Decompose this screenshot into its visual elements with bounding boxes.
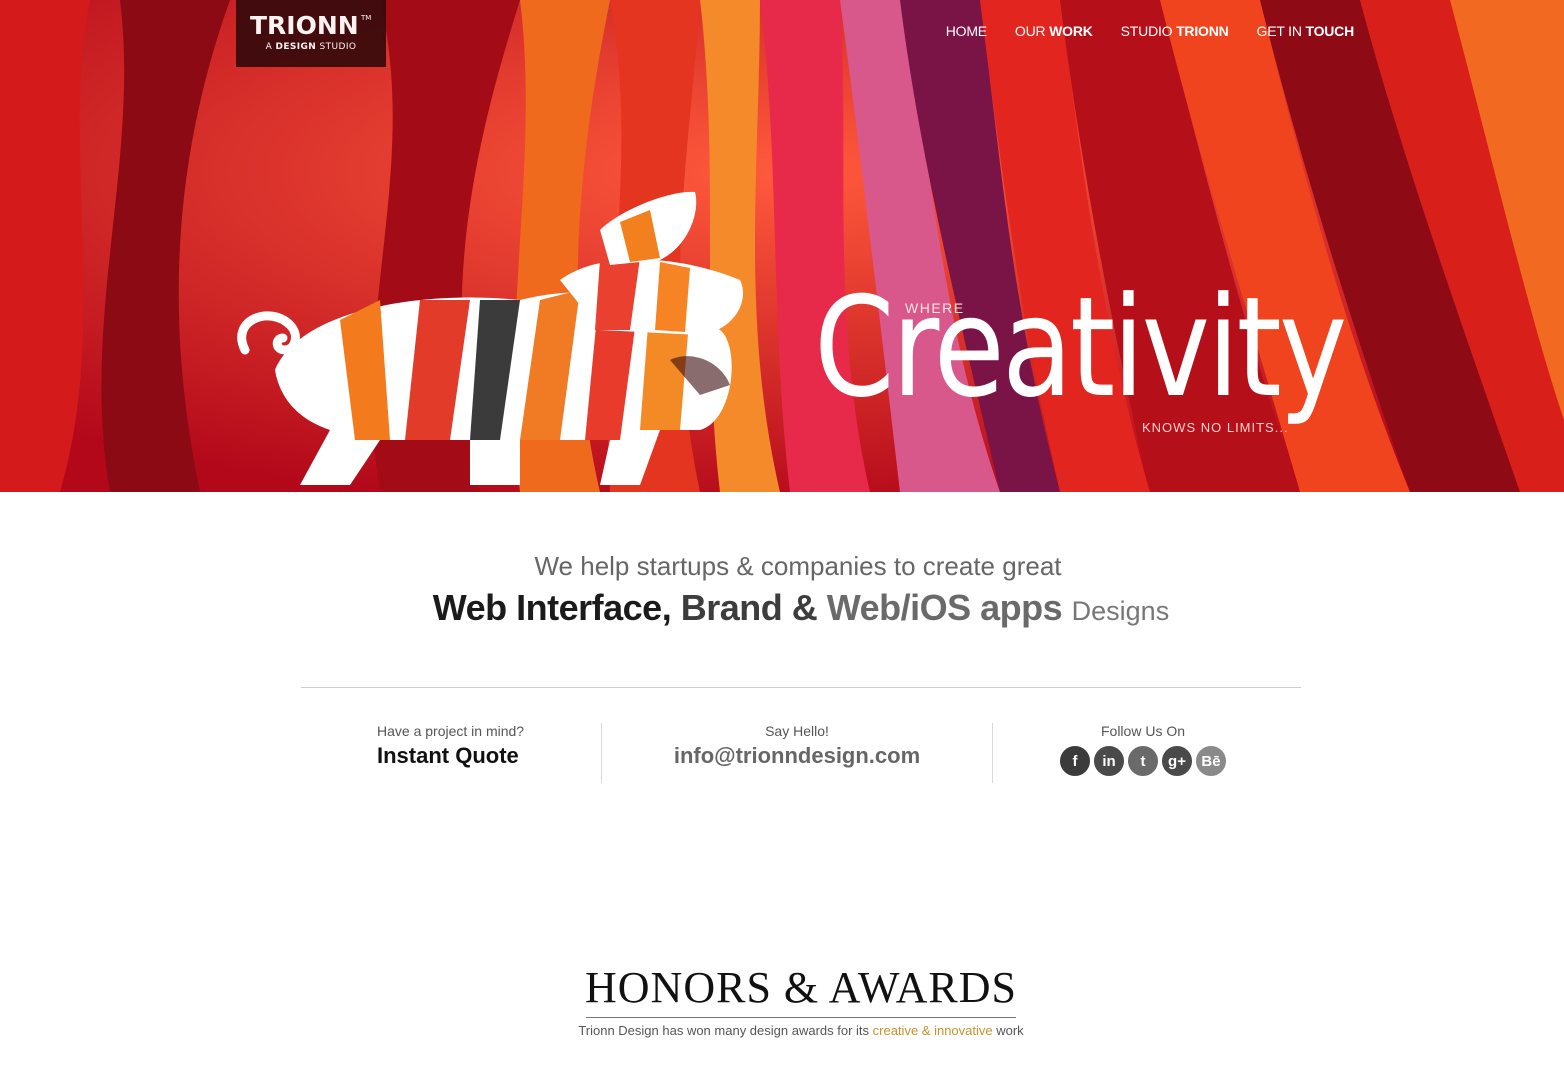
- nav-our-work[interactable]: OUR WORK: [1015, 20, 1093, 42]
- quote-prompt: Have a project in mind?: [377, 723, 525, 739]
- logo-subtitle: A DESIGN STUDIO: [265, 42, 357, 52]
- service-brand: Brand &: [680, 587, 818, 628]
- service-apps: Web/iOS apps: [826, 587, 1063, 628]
- honors-subtitle: Trionn Design has won many design awards…: [578, 1023, 1024, 1038]
- honors-rule: [586, 1017, 1016, 1018]
- nav-get-in-touch[interactable]: GET IN TOUCH: [1257, 20, 1355, 42]
- instant-quote-block: Have a project in mind? Instant Quote: [377, 723, 524, 783]
- service-designs: Designs: [1071, 596, 1170, 626]
- hero-tagline: KNOWS NO LIMITS...: [1142, 420, 1289, 435]
- google-plus-icon[interactable]: g+: [1161, 745, 1193, 777]
- email-link[interactable]: info@trionndesign.com: [602, 743, 992, 769]
- behance-icon[interactable]: Bē: [1195, 745, 1227, 777]
- nav-home[interactable]: HOME: [946, 20, 987, 42]
- follow-us-label: Follow Us On: [1100, 723, 1186, 739]
- section-divider: [301, 687, 1301, 688]
- main-nav: HOME OUR WORK STUDIO TRIONN GET IN TOUCH: [946, 20, 1354, 42]
- twitter-icon[interactable]: t: [1127, 745, 1159, 777]
- say-hello-label: Say Hello!: [765, 723, 829, 739]
- logo-trademark: TM: [361, 14, 372, 22]
- honors-title: HONORS & AWARDS: [585, 963, 1017, 1012]
- linkedin-icon[interactable]: in: [1093, 745, 1125, 777]
- logo-wordmark: TRIONN: [250, 11, 359, 40]
- hero-headline: Creativity: [814, 267, 1347, 428]
- follow-us-block: Follow Us On f in t g+ Bē: [993, 723, 1293, 783]
- brand-logo[interactable]: TRIONN TM A DESIGN STUDIO: [236, 0, 386, 67]
- service-web-interface: Web Interface,: [432, 587, 672, 628]
- hero-banner: TRIONN TM A DESIGN STUDIO HOME OUR WORK …: [0, 0, 1564, 492]
- instant-quote-link[interactable]: Instant Quote: [377, 743, 524, 769]
- intro-services: Web Interface, Brand & Web/iOS apps Desi…: [0, 587, 1564, 629]
- social-links: f in t g+ Bē: [993, 745, 1293, 777]
- say-hello-block: Say Hello! info@trionndesign.com: [602, 723, 992, 783]
- nav-studio-trionn[interactable]: STUDIO TRIONN: [1121, 20, 1229, 42]
- facebook-icon[interactable]: f: [1059, 745, 1091, 777]
- intro-line: We help startups & companies to create g…: [534, 551, 1062, 581]
